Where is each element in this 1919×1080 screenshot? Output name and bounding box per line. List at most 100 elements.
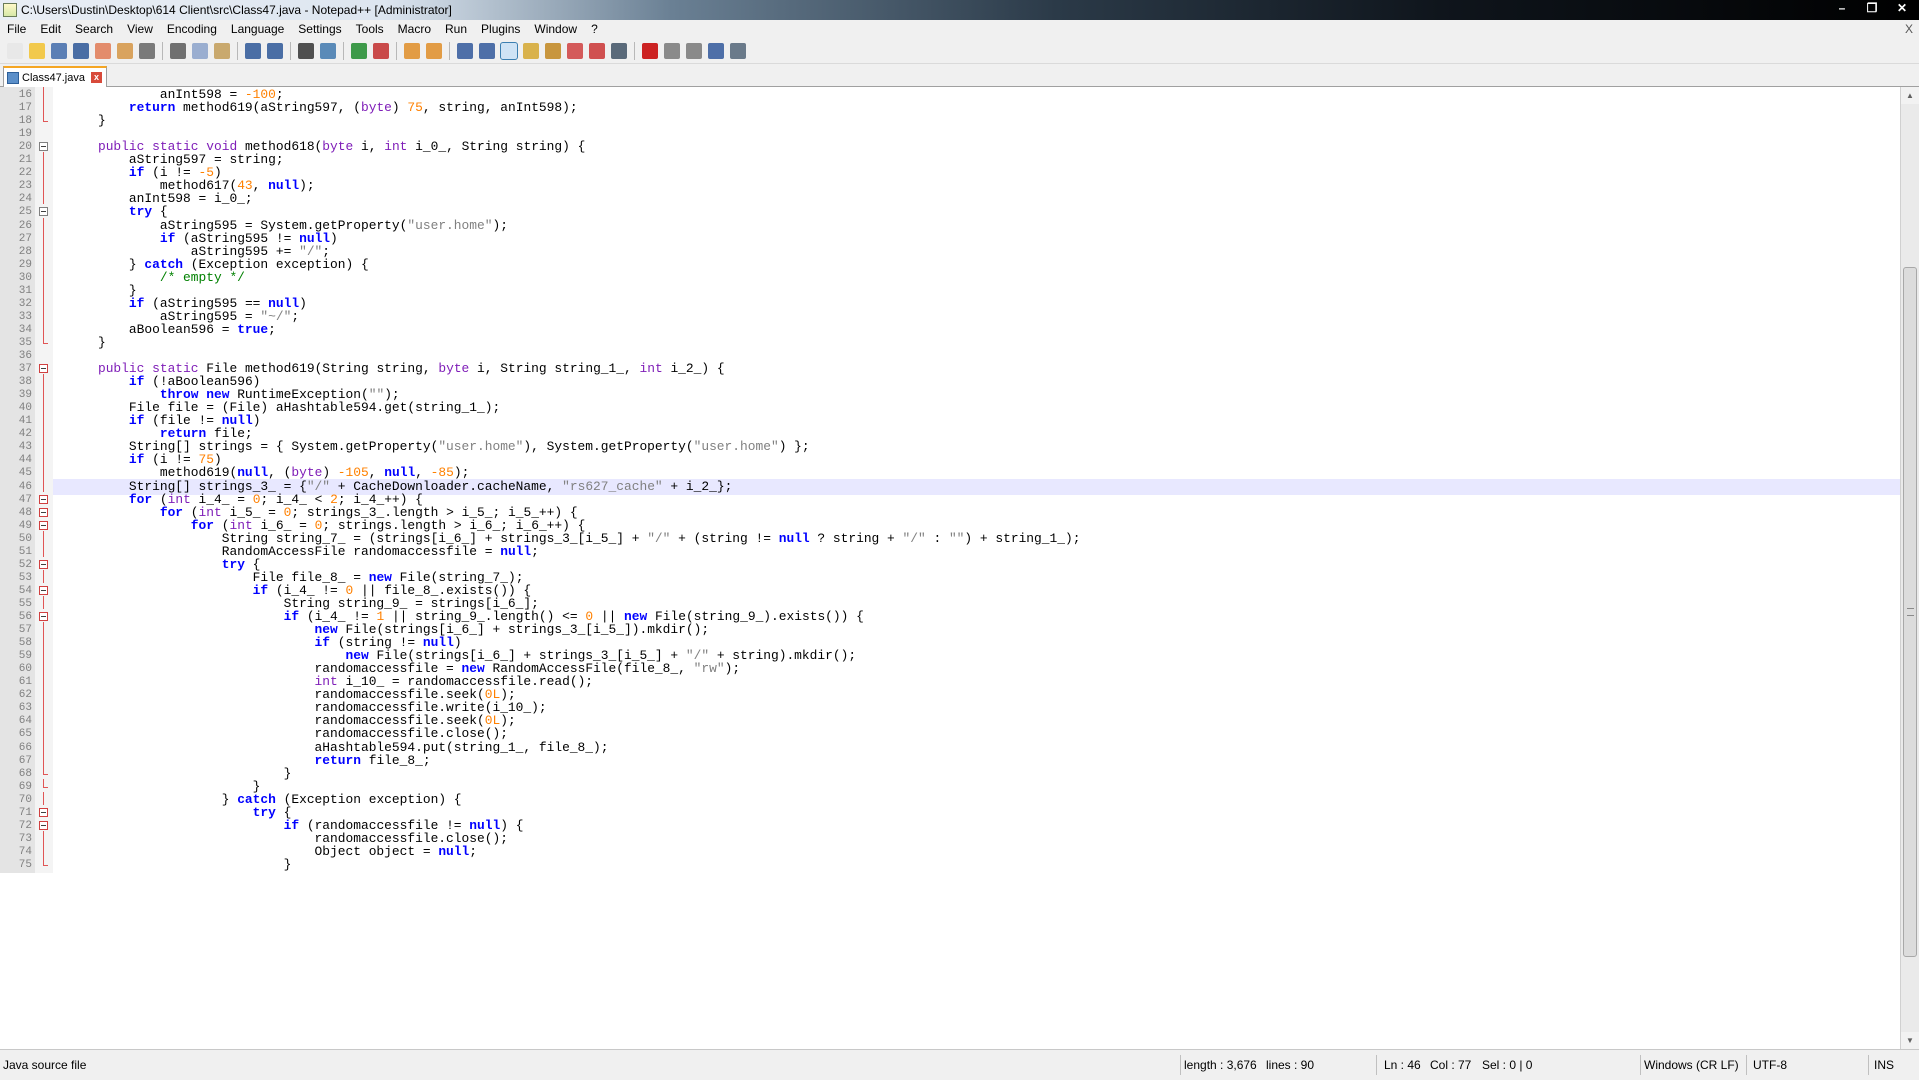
fold-collapse-icon[interactable] [39,364,48,374]
menu-search[interactable]: Search [68,20,120,39]
toolbar-separator [449,42,450,60]
menu-tools[interactable]: Tools [349,20,391,39]
undo-icon[interactable] [245,43,261,59]
menu-macro[interactable]: Macro [391,20,438,39]
fold-end-mark [43,342,48,344]
minimize-button[interactable]: – [1829,0,1855,16]
fold-collapse-icon[interactable] [39,142,48,152]
close-all-icon[interactable] [117,43,133,59]
find-icon[interactable] [298,43,314,59]
status-encoding: UTF-8 [1753,1058,1787,1072]
paste-icon[interactable] [214,43,230,59]
tab-bar: Class47.java x [0,64,1919,87]
fold-collapse-icon[interactable] [39,585,48,595]
show-all-characters-icon[interactable] [479,43,495,59]
menu-view[interactable]: View [120,20,160,39]
toolbar-separator [162,42,163,60]
save-icon[interactable] [51,43,67,59]
udl-icon[interactable] [523,43,539,59]
fold-collapse-icon[interactable] [39,207,48,217]
menu-run[interactable]: Run [438,20,474,39]
fold-end-mark [43,121,48,123]
run-macro-multiple-icon[interactable] [708,43,724,59]
status-divider [1868,1055,1869,1075]
fold-collapse-icon[interactable] [39,520,48,530]
tab-class47-java[interactable]: Class47.java x [3,66,107,87]
toolbar-separator [343,42,344,60]
close-document-button[interactable]: X [1905,20,1913,39]
window-title: C:\Users\Dustin\Desktop\614 Client\src\C… [21,3,452,17]
fold-collapse-icon[interactable] [39,612,48,621]
sync-vertical-icon[interactable] [404,43,420,59]
replace-icon[interactable] [320,43,336,59]
cut-icon[interactable] [170,43,186,59]
toolbar [0,39,1919,64]
redo-icon[interactable] [267,43,283,59]
close-window-button[interactable]: ✕ [1889,0,1915,16]
code-editor[interactable]: 16 anInt598 = -100; 17 return method619(a… [0,87,1900,1049]
menu-language[interactable]: Language [224,20,291,39]
title-bar: C:\Users\Dustin\Desktop\614 Client\src\C… [0,0,1919,20]
doc-map-icon[interactable] [545,43,561,59]
open-file-icon[interactable] [29,43,45,59]
scroll-up-arrow[interactable]: ▲ [1901,87,1919,104]
notepad-plus-plus-icon [3,3,17,17]
playback-macro-icon[interactable] [686,43,702,59]
indent-guide-icon[interactable] [500,42,518,60]
status-lines: lines : 90 [1266,1058,1315,1072]
menu-plugins[interactable]: Plugins [474,20,527,39]
zoom-in-icon[interactable] [351,43,367,59]
menu-window[interactable]: Window [527,20,584,39]
status-bar: Java source file length : 3,676 lines : … [0,1049,1919,1080]
fold-collapse-icon[interactable] [39,559,48,569]
new-file-icon[interactable] [7,43,23,59]
code-text: } [67,856,292,873]
line-number: 75 [0,856,35,873]
status-divider [1376,1055,1377,1075]
folder-as-workspace-icon[interactable] [589,43,605,59]
stop-recording-icon[interactable] [664,43,680,59]
scroll-down-arrow[interactable]: ▼ [1901,1032,1919,1049]
status-file-type: Java source file [3,1058,87,1072]
status-length: length : 3,676 [1184,1058,1257,1072]
status-divider [1180,1055,1181,1075]
fold-collapse-icon[interactable] [39,807,48,817]
status-eol: Windows (CR LF) [1644,1058,1739,1072]
toolbar-separator [396,42,397,60]
record-macro-icon[interactable] [642,43,658,59]
window-controls: – ❐ ✕ [1829,0,1915,16]
fold-end-mark [43,786,48,788]
save-all-icon[interactable] [73,43,89,59]
tab-close-icon[interactable]: x [90,72,102,83]
menu-settings[interactable]: Settings [291,20,348,39]
save-macro-icon[interactable] [730,43,746,59]
sync-horizontal-icon[interactable] [426,43,442,59]
status-col: Col : 77 [1430,1058,1472,1072]
menu-help[interactable]: ? [584,20,605,39]
fold-margin [35,856,53,873]
code-line[interactable]: 75 } [0,856,1900,873]
zoom-out-icon[interactable] [373,43,389,59]
vertical-scrollbar[interactable]: ▲ ▼ [1900,87,1919,1049]
menu-file[interactable]: File [0,20,33,39]
function-list-icon[interactable] [567,43,583,59]
fold-collapse-icon[interactable] [39,820,48,830]
code-token: } [67,856,292,872]
print-icon[interactable] [139,43,155,59]
maximize-button[interactable]: ❐ [1859,0,1885,16]
status-divider [1640,1055,1641,1075]
fold-collapse-icon[interactable] [39,494,48,504]
scroll-thumb[interactable] [1903,267,1917,957]
status-sel: Sel : 0 | 0 [1482,1058,1533,1072]
status-divider [1746,1055,1747,1075]
copy-icon[interactable] [192,43,208,59]
menu-edit[interactable]: Edit [33,20,68,39]
fold-collapse-icon[interactable] [39,507,48,517]
monitoring-icon[interactable] [611,43,627,59]
menu-encoding[interactable]: Encoding [160,20,224,39]
close-icon[interactable] [95,43,111,59]
scroll-grip-icon [1907,608,1914,616]
word-wrap-icon[interactable] [457,43,473,59]
tab-label: Class47.java [22,71,85,84]
toolbar-separator [290,42,291,60]
